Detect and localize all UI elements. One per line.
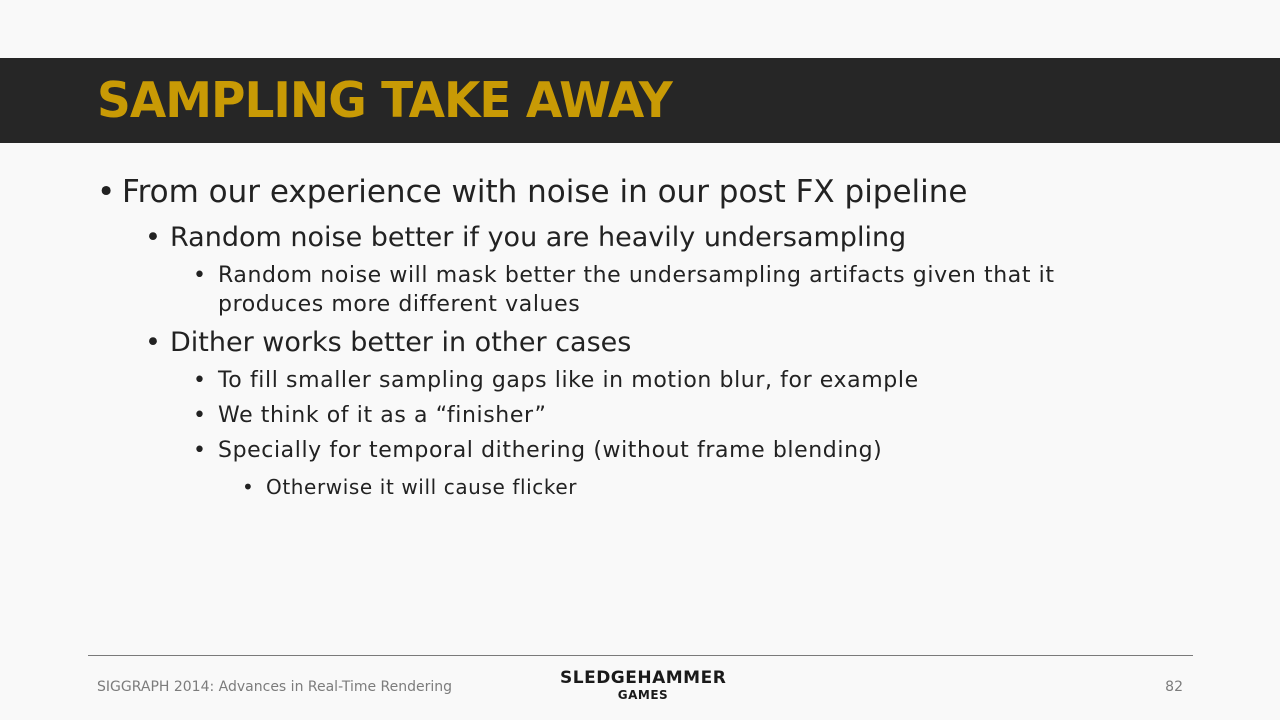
bullet-text: Dither works better in other cases [170,327,632,358]
bullet-text: Otherwise it will cause flicker [266,475,578,499]
page-number: 82 [1165,679,1183,695]
bullet-text: Random noise better if you are heavily u… [170,222,907,253]
bullet-text: Specially for temporal dithering (withou… [218,438,883,463]
footer-conference: SIGGRAPH 2014: Advances in Real-Time Ren… [97,679,453,695]
bullet-dot: • [242,475,255,499]
bullet-text: produces more different values [218,292,581,317]
bullet-text: To fill smaller sampling gaps like in mo… [218,368,919,393]
bullet-text: Random noise will mask better the unders… [218,263,1055,288]
logo-bottom-text: GAMES [617,688,669,702]
bullet-dot: • [193,263,207,288]
bullet-text: We think of it as a “finisher” [218,403,547,428]
bullet-dot: • [193,368,207,393]
sledgehammer-logo: SLEDGEHAMMER GAMES [560,668,726,702]
logo-top-text: SLEDGEHAMMER [560,668,727,688]
bullet-dot: • [145,222,161,253]
bullet-dot: • [145,327,161,358]
bullet-dot: • [193,403,207,428]
footer-divider [88,655,1193,656]
bullet-text: From our experience with noise in our po… [122,174,968,210]
bullet-dot: • [193,438,207,463]
slide-title: SAMPLING TAKE AWAY [97,72,673,130]
bullet-dot: • [97,174,116,210]
